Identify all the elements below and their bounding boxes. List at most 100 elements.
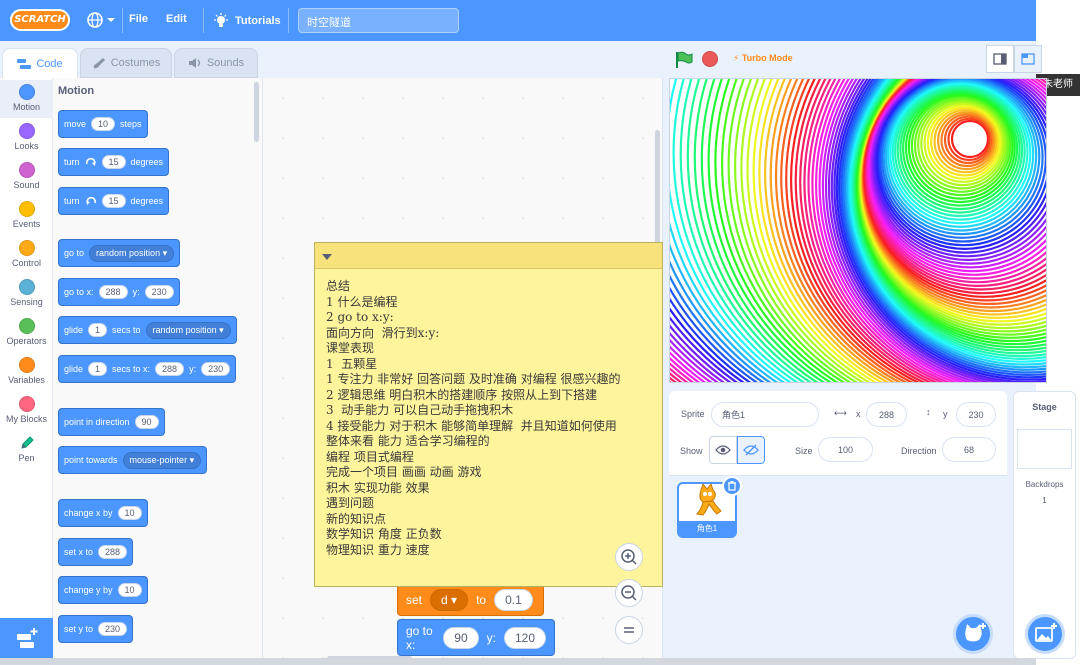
block-text: glide [64,364,84,374]
events-dot-icon [18,201,35,217]
zoom-in-icon [621,549,637,565]
choose-sprite-button[interactable] [953,614,993,654]
eye-icon [715,445,731,455]
towards-dropdown[interactable]: mouse-pointer ▾ [122,451,202,469]
project-title-input[interactable]: 时空隧道 [298,8,459,33]
y-input[interactable]: 230 [144,285,174,299]
block-text: go to x: [64,287,94,297]
category-sensing[interactable]: Sensing [0,275,53,313]
divider [203,8,204,33]
secs-input[interactable]: 1 [88,323,108,337]
sprite-x-input[interactable]: 288 [866,402,907,427]
glide-xy-block[interactable]: glide 1 secs to x: 288 y: 230 [58,355,237,383]
category-label: My Blocks [5,414,47,424]
turn-left-block[interactable]: turn 15 degrees [58,187,170,215]
value-input[interactable]: 10 [117,583,142,597]
secs-input[interactable]: 1 [88,362,108,376]
category-motion[interactable]: Motion [0,80,53,118]
value-input[interactable]: 230 [98,622,128,636]
set-variable-block[interactable]: set d ▾ to 0.1 [397,584,544,616]
point-towards-block[interactable]: point towards mouse-pointer ▾ [58,446,208,474]
edit-menu[interactable]: Edit [166,13,187,25]
y-input[interactable]: 120 [503,626,546,649]
category-operators[interactable]: Operators [0,314,53,352]
show-sprite-button[interactable] [709,436,737,464]
direction-input[interactable]: 90 [134,415,159,429]
move-steps-block[interactable]: move 10 steps [58,110,148,138]
variable-dropdown[interactable]: d ▾ [430,589,469,611]
category-sound[interactable]: Sound [0,158,53,196]
stage-canvas[interactable] [669,78,1047,383]
tab-costumes[interactable]: Costumes [80,48,172,78]
sprite-direction-input[interactable]: 68 [942,437,996,462]
stop-button[interactable] [702,51,718,67]
file-menu[interactable]: File [129,13,148,25]
value-input[interactable]: 0.1 [494,589,533,611]
green-flag-button[interactable] [674,50,694,73]
change-x-block[interactable]: change x by 10 [58,499,148,527]
goto-target-dropdown[interactable]: random position ▾ [89,244,175,262]
tutorials-button[interactable]: Tutorials [213,11,281,31]
zoom-out-button[interactable] [615,579,643,607]
comment-text[interactable]: 总结 1 什么是编程 2 go to x:y: 面向方向 滑行到x:y: 课堂表… [326,279,656,558]
palette-heading: Motion [58,85,95,97]
choose-backdrop-button[interactable] [1025,614,1065,654]
block-text: move [64,119,87,129]
hide-sprite-button[interactable] [737,436,765,464]
change-y-block[interactable]: change y by 10 [58,576,148,604]
palette-scrollbar[interactable] [254,82,259,142]
rotate-left-icon [86,196,96,205]
tab-code[interactable]: Code [2,48,78,78]
x-input[interactable]: 288 [155,362,185,376]
category-looks[interactable]: Looks [0,119,53,157]
scratch-logo[interactable]: SCRATCH [10,9,70,31]
value-input[interactable]: 10 [117,506,142,520]
comment-header[interactable] [315,243,662,269]
block-text: point towards [64,455,118,465]
category-control[interactable]: Control [0,236,53,274]
steps-input[interactable]: 10 [91,117,116,131]
x-input[interactable]: 90 [443,626,479,649]
tab-sounds[interactable]: Sounds [174,48,258,78]
turbo-mode-indicator: ⚡ Turbo Mode [733,53,793,64]
add-extension-button[interactable] [0,618,53,658]
goto-block[interactable]: go to random position ▾ [58,239,181,267]
block-text: y: [486,630,496,645]
pen-icon [20,436,34,449]
delete-sprite-button[interactable] [722,476,742,496]
zoom-reset-button[interactable] [615,616,643,644]
degrees-input[interactable]: 15 [101,155,126,169]
language-menu[interactable] [86,10,116,30]
glide-target-dropdown[interactable]: random position ▾ [145,321,231,339]
category-my-blocks[interactable]: My Blocks [0,392,53,430]
y-input[interactable]: 230 [201,362,231,376]
large-stage-button[interactable] [1014,45,1042,73]
comment-note[interactable]: 总结 1 什么是编程 2 go to x:y: 面向方向 滑行到x:y: 课堂表… [314,242,663,587]
goto-xy-block[interactable]: go to x: 288 y: 230 [58,278,180,306]
x-input[interactable]: 288 [98,285,128,299]
script-goto-xy-block[interactable]: go to x: 90 y: 120 [397,619,555,656]
block-text: change y by [64,585,113,595]
sprite-size-input[interactable]: 100 [818,437,873,462]
small-stage-button[interactable] [986,45,1014,73]
collapse-icon[interactable] [321,253,333,261]
glide-block[interactable]: glide 1 secs to random position ▾ [58,316,237,344]
sprite-name-input[interactable]: 角色1 [711,402,819,427]
category-label: Pen [18,453,35,463]
category-variables[interactable]: Variables [0,353,53,391]
point-direction-block[interactable]: point in direction 90 [58,408,165,436]
rainbow-tunnel-drawing [670,79,1046,382]
zoom-in-button[interactable] [615,543,643,571]
backdrops-label: Backdrops [1025,480,1064,489]
degrees-input[interactable]: 15 [101,194,126,208]
category-events[interactable]: Events [0,197,53,235]
category-label: Control [11,258,41,268]
set-y-block[interactable]: set y to 230 [58,615,134,643]
turn-right-block[interactable]: turn 15 degrees [58,148,170,176]
value-input[interactable]: 288 [98,545,128,559]
sprite-y-input[interactable]: 230 [956,402,996,427]
category-pen[interactable]: Pen [0,431,53,469]
stage-thumbnail[interactable] [1017,429,1072,469]
set-x-block[interactable]: set x to 288 [58,538,134,566]
variables-dot-icon [18,357,35,373]
